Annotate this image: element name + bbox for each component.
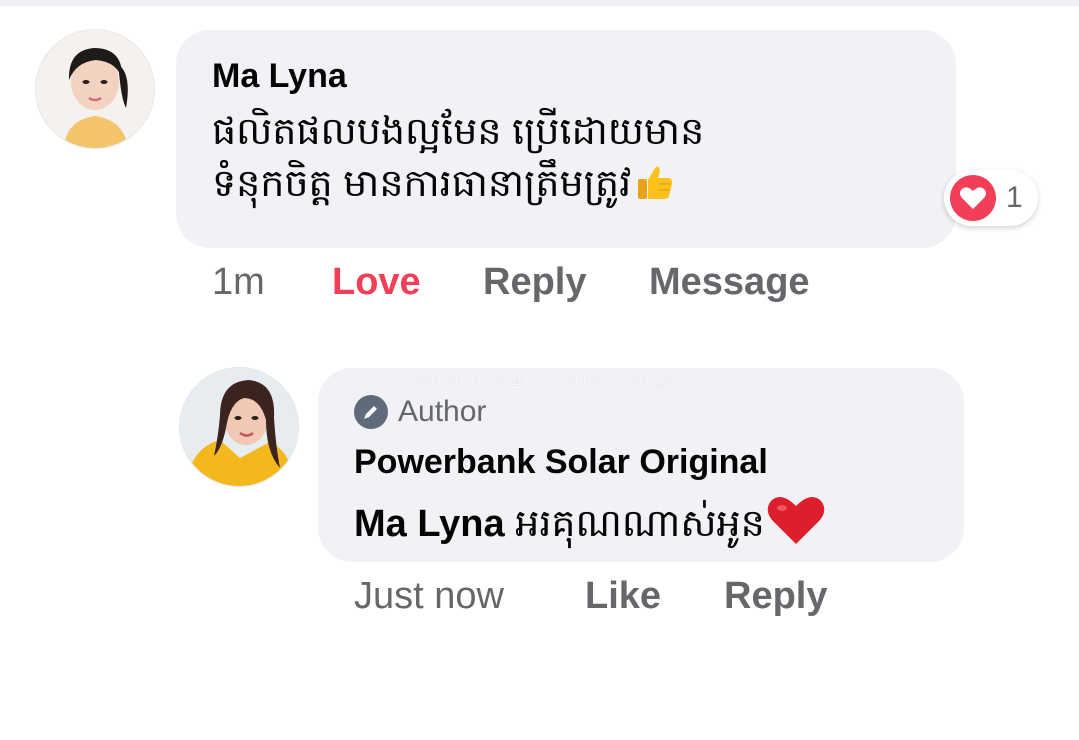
pen-icon xyxy=(354,395,388,429)
reply-timestamp[interactable]: Just now xyxy=(354,572,504,620)
top-divider xyxy=(0,0,1079,6)
comment-timestamp[interactable]: 1m xyxy=(212,258,265,306)
love-button[interactable]: Love xyxy=(332,258,421,306)
avatar[interactable] xyxy=(36,30,154,148)
like-button[interactable]: Like xyxy=(585,572,661,620)
reply-bubble[interactable]: Author Powerbank Solar Original Ma Lyna … xyxy=(318,368,964,562)
comment-bubble[interactable]: Ma Lyna ផលិតផលបងល្អមែន ប្រើដោយមាន ទំនុកច… xyxy=(176,30,956,248)
comment-text: ផលិតផលបងល្អមែន ប្រើដោយមាន ទំនុកចិត្ត មាន… xyxy=(212,106,956,210)
reaction-summary[interactable]: 1 xyxy=(944,170,1038,226)
comment-text-line-2: ទំនុកចិត្ត មានការធានាត្រឹមត្រូវ xyxy=(212,163,632,205)
heart-icon xyxy=(950,175,996,221)
reply-avatar[interactable] xyxy=(180,368,298,486)
message-button[interactable]: Message xyxy=(649,258,810,306)
watermark: www.khmer24.com/Darasakasa xyxy=(394,373,679,393)
avatar-photo xyxy=(36,30,154,148)
reply-reply-button[interactable]: Reply xyxy=(724,572,827,620)
comment-text-line-1: ផលិតផលបងល្អមែន ប្រើដោយមាន xyxy=(212,111,705,153)
reply-avatar-photo xyxy=(180,368,298,486)
red-heart-emoji-icon xyxy=(767,494,825,546)
reply-message: អរគុណណាស់អូន xyxy=(504,503,765,545)
reply-author-name[interactable]: Powerbank Solar Original xyxy=(354,442,964,482)
comment-author-name[interactable]: Ma Lyna xyxy=(212,56,956,96)
author-badge-label: Author xyxy=(398,395,487,428)
reply-text: Ma Lyna អរគុណណាស់អូន xyxy=(354,494,964,548)
reply-button[interactable]: Reply xyxy=(483,258,586,306)
author-badge: Author xyxy=(354,394,964,430)
mention-link[interactable]: Ma Lyna xyxy=(354,503,505,545)
thumbs-up-emoji-icon xyxy=(635,162,675,202)
reaction-count: 1 xyxy=(1006,181,1023,214)
